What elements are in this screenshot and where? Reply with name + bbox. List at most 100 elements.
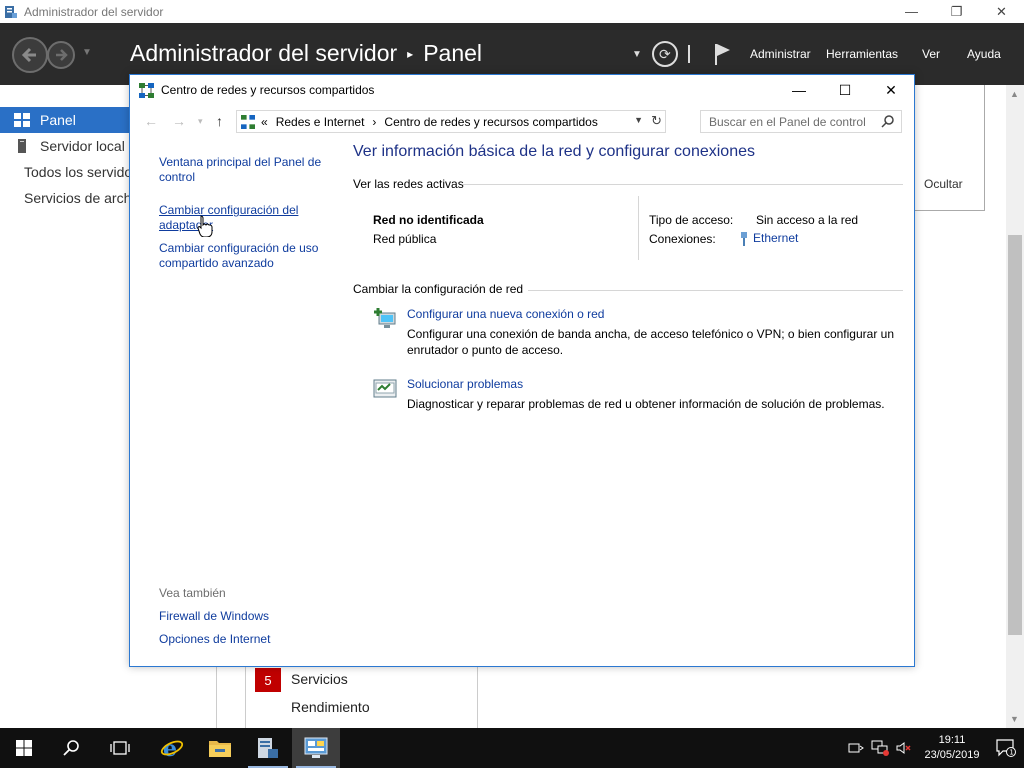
address-path[interactable]: « Redes e Internet › Centro de redes y r… [236,110,666,133]
refresh-icon[interactable]: ↻ [651,113,662,129]
action-center-button[interactable]: 1 [988,728,1024,768]
ethernet-link-label[interactable]: Ethernet [753,231,798,246]
notifications-flag-icon[interactable] [714,42,732,66]
refresh-icon[interactable]: ⟳ [651,41,678,67]
sidebar-item-label: Panel [40,112,76,128]
forward-arrow-icon[interactable]: → [172,113,186,129]
access-type-label: Tipo de acceso: [649,213,734,227]
sidebar-item-file-services[interactable]: Servicios de archivos y almacenamiento [0,185,130,211]
taskbar: e 19:11 23/05/2019 1 [0,728,1024,768]
hand-cursor-icon [197,215,213,237]
performance-link[interactable]: Rendimiento [291,699,370,715]
setup-connection-description: Configurar una conexión de banda ancha, … [407,327,894,357]
up-arrow-icon[interactable]: ↑ [216,113,223,129]
menu-help[interactable]: Ayuda [967,47,1001,61]
control-panel-icon [304,737,328,758]
system-tray: 19:11 23/05/2019 1 [844,728,1024,768]
menu-tools[interactable]: Herramientas [826,47,898,61]
back-button[interactable] [12,37,48,73]
task-view-icon [110,741,130,755]
control-panel-home-link[interactable]: Ventana principal del Panel de control [159,155,329,185]
clock-time: 19:11 [938,734,966,746]
setup-connection-link[interactable]: Configurar una nueva conexión o red [407,307,604,321]
search-input[interactable]: Buscar en el Panel de control [700,110,902,133]
server-icon [18,139,26,153]
minimize-button[interactable]: — [889,0,934,23]
task-view-button[interactable] [96,728,144,768]
ethernet-icon [741,231,747,246]
start-button[interactable] [0,728,48,768]
services-link[interactable]: Servicios [291,671,348,687]
task-new-connection: Configurar una nueva conexión o red Conf… [373,307,903,357]
windows-firewall-link[interactable]: Firewall de Windows [159,609,269,624]
dashboard-icon [14,113,30,127]
restore-button[interactable]: ❐ [934,0,979,23]
welcome-tile-border [914,85,985,211]
server-manager-window-title: Administrador del servidor [24,4,164,19]
file-explorer-button[interactable] [196,728,244,768]
breadcrumb-separator-icon: ▸ [407,46,414,61]
sidebar-item-all-servers[interactable]: Todos los servidores [0,159,130,185]
control-panel-taskbar-button[interactable] [292,728,340,768]
sidebar-item-panel[interactable]: Panel [0,107,130,133]
change-adapter-settings-link[interactable]: Cambiar configuración del adaptador [159,203,314,233]
advanced-sharing-settings-link[interactable]: Cambiar configuración de uso compartido … [159,241,329,271]
recent-dropdown-icon[interactable]: ▾ [198,116,203,127]
nsc-minimize-button[interactable]: — [776,75,822,105]
address-dropdown-icon[interactable]: ▼ [634,115,643,125]
breadcrumb-root[interactable]: Administrador del servidor [130,40,397,67]
vertical-divider [638,196,639,260]
path-segment-networks[interactable]: Redes e Internet [276,115,365,129]
divider [687,45,690,63]
scrollbar-thumb[interactable] [1008,235,1022,635]
services-alert-badge[interactable]: 5 [255,668,281,692]
menu-manage[interactable]: Administrar [750,47,811,61]
ethernet-connection-link[interactable]: Ethernet [739,231,798,246]
server-manager-sidebar: Panel Servidor local Todos los servidore… [0,85,130,728]
troubleshoot-description: Diagnosticar y reparar problemas de red … [407,397,885,411]
page-title: Ver información básica de la red y confi… [353,143,755,160]
see-also-label: Vea también [159,586,226,600]
history-dropdown-icon[interactable]: ▼ [82,47,92,58]
forward-button[interactable] [47,41,75,69]
nsc-maximize-button[interactable]: ☐ [822,75,868,105]
back-arrow-icon[interactable]: ← [144,113,158,129]
search-icon[interactable] [881,114,895,128]
sidebar-item-label: Servidor local [40,138,125,154]
troubleshoot-link[interactable]: Solucionar problemas [407,377,523,391]
sidebar-item-label: Todos los servidores [24,164,130,180]
svg-text:e: e [163,736,177,760]
nsc-window-title: Centro de redes y recursos compartidos [161,83,375,97]
internet-explorer-button[interactable]: e [148,728,196,768]
nsc-close-button[interactable]: ✕ [868,75,914,105]
path-overflow[interactable]: « [261,115,268,129]
new-connection-icon [374,308,396,328]
hide-link[interactable]: Ocultar [924,177,963,191]
breadcrumb: Administrador del servidor ▸ Panel [130,40,482,67]
server-manager-taskbar-button[interactable] [244,728,292,768]
sidebar-item-local-server[interactable]: Servidor local [0,133,130,159]
scroll-up-icon[interactable]: ▲ [1010,89,1019,99]
change-settings-title: Cambiar la configuración de red [353,282,524,296]
back-arrow-icon [21,47,36,63]
internet-options-link[interactable]: Opciones de Internet [159,632,270,647]
close-button[interactable]: ✕ [979,0,1024,23]
scroll-down-icon[interactable]: ▼ [1010,714,1019,724]
path-separator-icon[interactable]: › [372,115,376,129]
connections-label: Conexiones: [649,232,716,246]
clock[interactable]: 19:11 23/05/2019 [916,733,988,763]
show-hidden-icons-icon[interactable] [844,728,868,768]
search-button[interactable] [48,728,96,768]
vertical-scrollbar[interactable]: ▲ ▼ [1006,85,1024,728]
menu-view[interactable]: Ver [922,47,940,61]
address-bar: ← → ▾ ↑ « Redes e Internet › Centro de r… [130,109,914,135]
path-segment-center[interactable]: Centro de redes y recursos compartidos [384,115,597,129]
volume-muted-icon[interactable] [892,728,916,768]
task-troubleshoot: Solucionar problemas Diagnosticar y repa… [373,377,903,417]
network-status-icon[interactable] [868,728,892,768]
caret-down-icon[interactable]: ▼ [632,49,642,60]
folder-icon [209,741,231,757]
server-manager-icon [258,738,278,758]
clock-date: 23/05/2019 [924,749,980,761]
header-icons: ▼ ⟳ [632,41,732,67]
